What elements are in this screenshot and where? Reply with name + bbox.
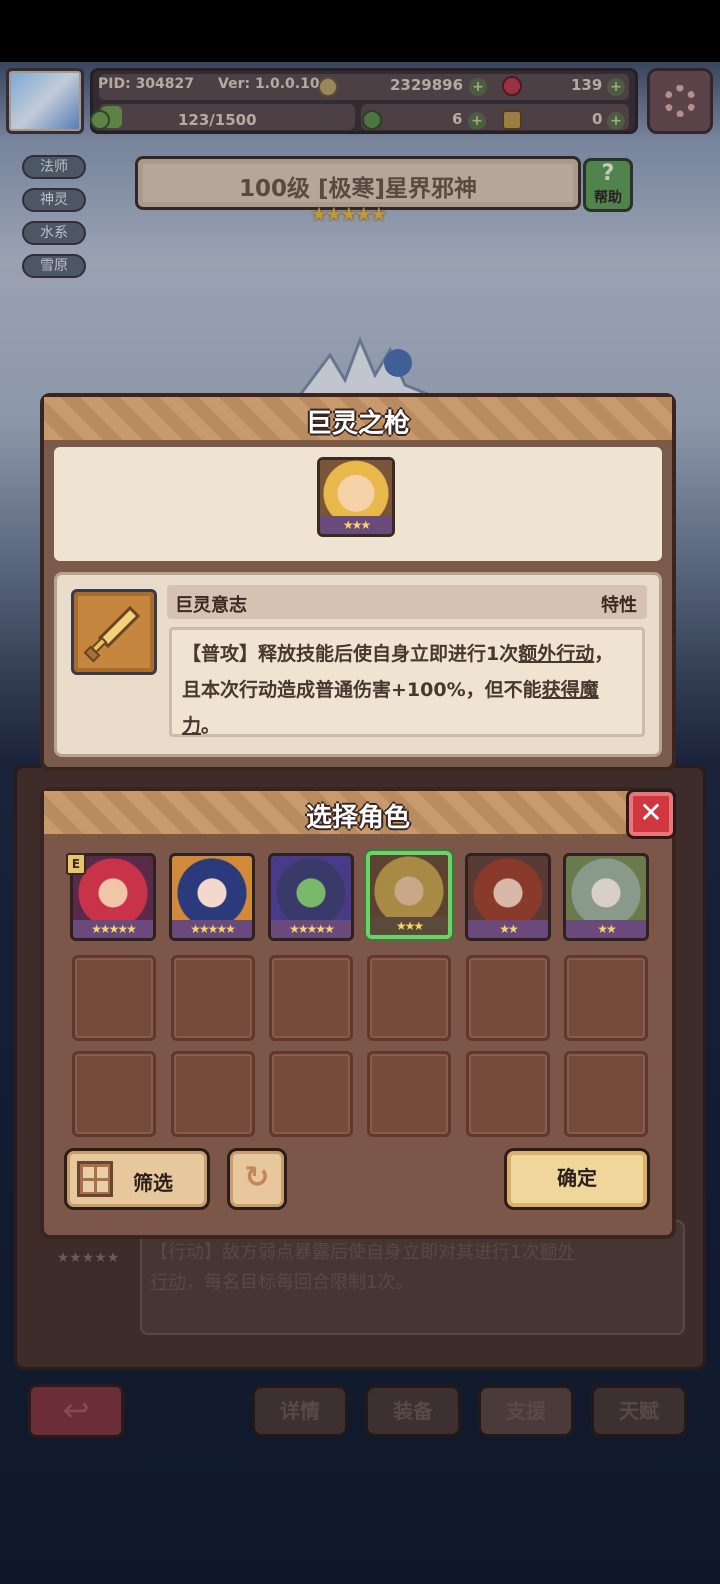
portrait-stars: ★★★ [320, 516, 392, 534]
hero-card-stars: ★★★ [370, 917, 448, 935]
trait-desc-prefix: 【普攻】释放技能后使自身立即进行1次 [182, 643, 519, 665]
empty-slot [367, 955, 451, 1041]
empty-slot [564, 1051, 648, 1137]
hero-card-stars: ★★ [566, 920, 646, 938]
hero-stars: ★★★★★ [48, 1250, 128, 1272]
extra-action-link[interactable]: 额外行动 [518, 643, 594, 665]
sword-icon [71, 589, 157, 675]
hero-desc-line1: 【行动】敌方弱点暴露后使自身立即对其进行1次 [150, 1242, 540, 1263]
hero-card-3[interactable]: ★★★★★ [268, 853, 354, 941]
select-modal-title: 选择角色 [305, 803, 410, 833]
hero-card-2[interactable]: ★★★★★ [169, 853, 255, 941]
trait-desc-suffix: 。 [201, 715, 221, 737]
refresh-icon: ↻ [244, 1160, 270, 1195]
hero-card-stars: ★★★★★ [172, 920, 252, 938]
grid-filter-icon [77, 1161, 113, 1197]
tab-equipment[interactable]: 装备 [365, 1385, 461, 1437]
tab-talent[interactable]: 天赋 [591, 1385, 687, 1437]
skill-owner-portrait: ★★★ [317, 457, 395, 537]
skill-modal-title: 巨灵之枪 [305, 409, 410, 439]
refresh-button[interactable]: ↻ [227, 1148, 287, 1210]
trait-kind: 特性 [601, 595, 637, 616]
game-screen: PID: 304827 Ver: 1.0.0.10 2329896 + 139 … [0, 0, 720, 1584]
hero-card-stars: ★★★★★ [271, 920, 351, 938]
trait-description: 【普攻】释放技能后使自身立即进行1次额外行动，且本次行动造成普通伤害+100%，… [169, 627, 645, 737]
filter-label: 筛选 [133, 1171, 173, 1195]
empty-slot [171, 1051, 255, 1137]
empty-slot [72, 955, 156, 1041]
empty-slot [466, 955, 550, 1041]
filter-button[interactable]: 筛选 [64, 1148, 210, 1210]
empty-slot [564, 955, 648, 1041]
equip-badge: E [66, 853, 86, 875]
back-button[interactable]: ↩ [28, 1384, 124, 1438]
empty-slot [269, 1051, 353, 1137]
close-icon: ✕ [639, 796, 663, 829]
hero-desc-link2: 行动 [150, 1272, 186, 1293]
skill-modal: 巨灵之枪 ★★★ 巨灵意志 特性 【普攻】释放技能后使自身立即进行1次额外行动，… [40, 393, 676, 771]
empty-slot [171, 955, 255, 1041]
trait-name: 巨灵意志 [175, 595, 247, 616]
back-icon: ↩ [62, 1391, 90, 1429]
hero-desc-line2: ，每名目标每回合限制1次。 [186, 1272, 414, 1293]
hero-desc-link: 额外 [539, 1242, 576, 1263]
trait-header: 巨灵意志 特性 [167, 585, 647, 619]
hero-card-stars: ★★★★★ [73, 920, 153, 938]
hero-card-5[interactable]: ★★ [465, 853, 551, 941]
tab-support[interactable]: 支援 [478, 1385, 574, 1437]
trait-box: 巨灵意志 特性 【普攻】释放技能后使自身立即进行1次额外行动，且本次行动造成普通… [54, 572, 662, 757]
skill-owner-area: ★★★ [54, 447, 662, 561]
hero-card-stars: ★★ [468, 920, 548, 938]
confirm-button[interactable]: 确定 [504, 1148, 650, 1210]
hero-card-4-selected[interactable]: ★★★ [366, 851, 452, 939]
hero-skill-desc: 【行动】敌方弱点暴露后使自身立即对其进行1次额外 行动，每名目标每回合限制1次。 [150, 1238, 670, 1298]
empty-slot [269, 955, 353, 1041]
select-modal-header: 选择角色 [44, 791, 672, 837]
empty-slot [367, 1051, 451, 1137]
tab-details[interactable]: 详情 [252, 1385, 348, 1437]
hero-card-6[interactable]: ★★ [563, 853, 649, 941]
empty-slot [466, 1051, 550, 1137]
close-button[interactable]: ✕ [626, 789, 676, 839]
empty-slot [72, 1051, 156, 1137]
skill-modal-header: 巨灵之枪 [44, 397, 672, 443]
